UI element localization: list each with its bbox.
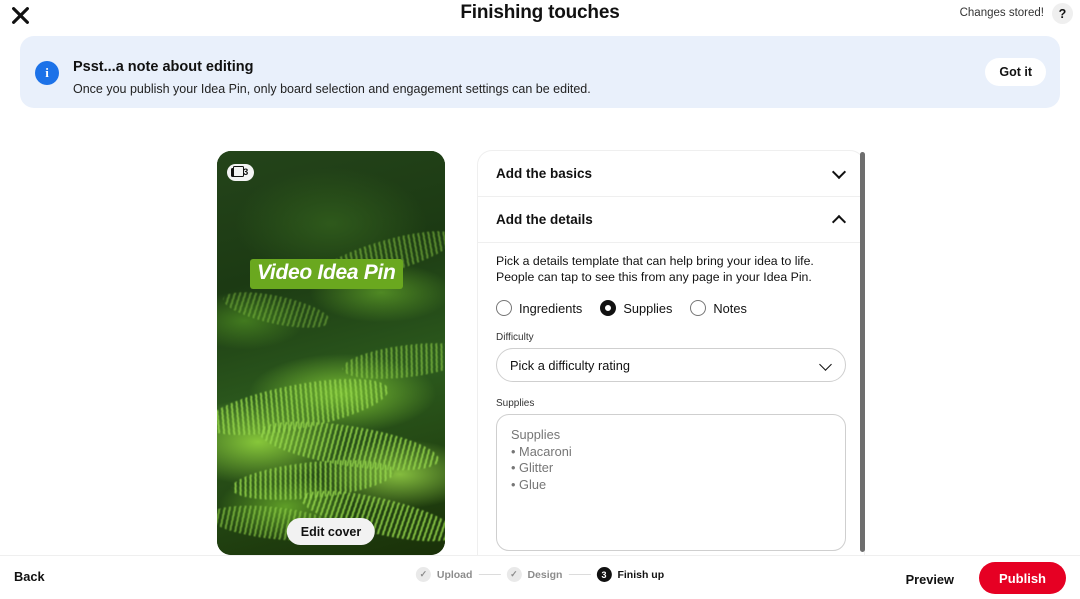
banner-title: Psst...a note about editing: [73, 59, 254, 75]
accordion-add-the-details[interactable]: Add the details: [478, 197, 864, 243]
step-design[interactable]: ✓ Design: [506, 567, 562, 582]
top-bar: Finishing touches Changes stored! ?: [0, 0, 1080, 30]
supplies-placeholder-line: Supplies: [511, 427, 561, 443]
supplies-placeholder-line: • Macaroni: [511, 443, 572, 459]
preview-button[interactable]: Preview: [898, 567, 962, 592]
accordion-add-the-basics[interactable]: Add the basics: [478, 151, 864, 197]
pin-preview-card[interactable]: 3 Video Idea Pin Edit cover: [217, 151, 445, 555]
chevron-up-icon: [831, 214, 847, 229]
step-finish-up[interactable]: 3 Finish up: [596, 567, 664, 582]
publish-button[interactable]: Publish: [979, 562, 1066, 594]
edit-cover-button[interactable]: Edit cover: [286, 518, 376, 545]
radio-notes[interactable]: Notes: [690, 300, 747, 317]
page-count-badge: 3: [227, 164, 255, 181]
radio-supplies[interactable]: Supplies: [600, 300, 673, 317]
page-title: Finishing touches: [460, 2, 620, 23]
template-radio-group: Ingredients Supplies Notes: [496, 300, 846, 317]
accordion-basics-label: Add the basics: [496, 166, 593, 181]
difficulty-value: Pick a difficulty rating: [510, 357, 630, 373]
accordion-details-label: Add the details: [496, 212, 593, 227]
radio-ingredients-label: Ingredients: [519, 300, 583, 316]
pages-icon: [231, 166, 244, 177]
details-section-body: Pick a details template that can help br…: [478, 243, 864, 555]
bottom-bar: Back ✓ Upload ✓ Design 3 Finish up Previ…: [0, 555, 1080, 599]
step-design-label: Design: [527, 568, 563, 581]
supplies-placeholder-line: • Glitter: [511, 460, 554, 476]
radio-notes-label: Notes: [713, 300, 747, 316]
supplies-placeholder-line: • Glue: [511, 476, 547, 492]
idea-pin-editor: Finishing touches Changes stored! ? i Ps…: [0, 0, 1080, 599]
radio-notes-icon: [690, 300, 707, 317]
details-form-panel: Add the basics Add the details Pick a de…: [478, 151, 864, 555]
back-button[interactable]: Back: [14, 569, 45, 584]
radio-ingredients[interactable]: Ingredients: [496, 300, 583, 317]
difficulty-label: Difficulty: [496, 332, 534, 344]
progress-stepper: ✓ Upload ✓ Design 3 Finish up: [415, 567, 664, 582]
chevron-down-icon: [831, 164, 847, 179]
supplies-textarea[interactable]: Supplies • Macaroni • Glitter • Glue: [496, 414, 846, 552]
form-panel-scrollbar[interactable]: [860, 152, 865, 552]
radio-supplies-label: Supplies: [623, 300, 673, 316]
step-finish-up-label: Finish up: [617, 568, 665, 581]
pin-cover-image: [217, 151, 445, 555]
radio-ingredients-icon: [496, 300, 512, 317]
difficulty-select[interactable]: Pick a difficulty rating: [496, 348, 846, 383]
supplies-label: Supplies: [496, 398, 535, 410]
chevron-down-icon: [819, 358, 832, 372]
save-status: Changes stored!: [959, 7, 1044, 19]
step-upload-marker: ✓: [415, 567, 431, 582]
radio-supplies-icon: [600, 300, 617, 317]
pin-overlay-text: Video Idea Pin: [250, 259, 403, 289]
details-helper-text: Pick a details template that can help br…: [496, 254, 814, 285]
banner-description: Once you publish your Idea Pin, only boa…: [73, 82, 591, 96]
help-button[interactable]: ?: [1052, 3, 1073, 24]
step-upload[interactable]: ✓ Upload: [415, 567, 473, 582]
step-finish-up-marker: 3: [596, 567, 612, 582]
info-icon: i: [35, 61, 59, 85]
page-count-value: 3: [243, 167, 249, 178]
step-design-marker: ✓: [506, 567, 522, 582]
step-upload-label: Upload: [436, 568, 473, 581]
got-it-button[interactable]: Got it: [985, 58, 1046, 86]
step-separator: [568, 574, 591, 575]
step-separator: [478, 574, 501, 575]
editing-notice-banner: i Psst...a note about editing Once you p…: [20, 36, 1060, 108]
